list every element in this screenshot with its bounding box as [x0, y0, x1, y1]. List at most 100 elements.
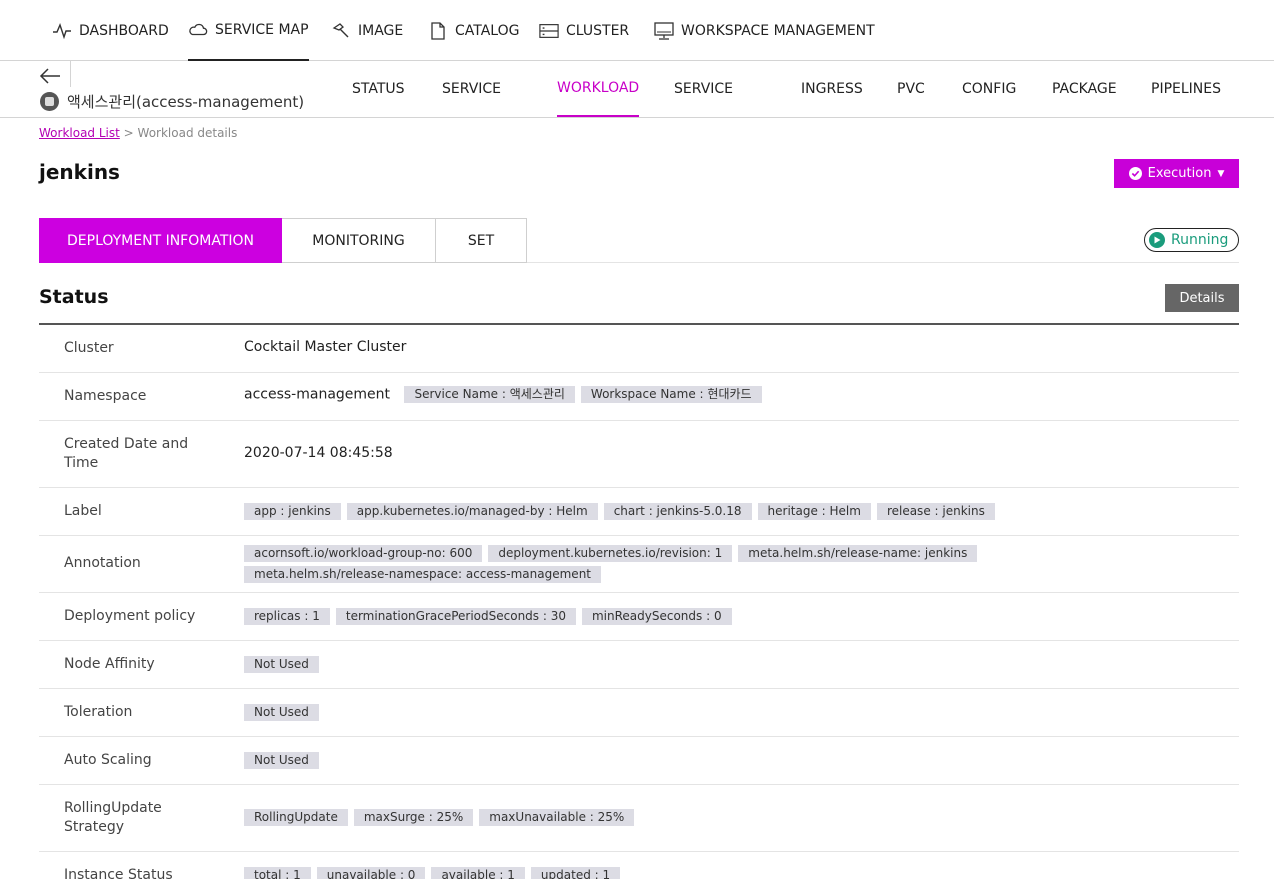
tag: available : 1: [431, 867, 525, 879]
row-instance-status: Instance Status total : 1 unavailable : …: [39, 852, 1239, 879]
tag: deployment.kubernetes.io/revision: 1: [488, 545, 733, 562]
tab-pipelines[interactable]: PIPELINES: [1151, 61, 1221, 117]
tab-pvc[interactable]: PVC: [897, 61, 925, 117]
tag: minReadySeconds : 0: [581, 608, 732, 625]
cluster-value: Cocktail Master Cluster: [244, 339, 407, 355]
nav-dashboard[interactable]: DASHBOARD: [52, 0, 169, 61]
row-deployment-policy: Deployment policy replicas : 1 terminati…: [39, 593, 1239, 641]
nav-dashboard-label: DASHBOARD: [79, 22, 169, 39]
row-label: Created Date and Time: [64, 436, 189, 471]
tag: release : jenkins: [876, 503, 995, 520]
pulse-icon: [53, 22, 71, 39]
tab-set[interactable]: SET: [436, 218, 527, 263]
row-node-affinity: Node Affinity Not Used: [39, 641, 1239, 689]
section-title: Status: [39, 286, 109, 308]
tag: meta.helm.sh/release-namespace: access-m…: [244, 566, 602, 583]
breadcrumb-current: > Workload details: [123, 126, 238, 140]
auto-scaling-tags: Not Used: [244, 752, 1004, 769]
service-title: 액세스관리(access-management): [40, 91, 304, 112]
details-button[interactable]: Details: [1165, 284, 1239, 312]
created-value: 2020-07-14 08:45:58: [244, 445, 393, 461]
status-badge-label: Running: [1171, 232, 1229, 248]
hammer-icon: [332, 22, 349, 37]
nav-cluster-label: CLUSTER: [566, 22, 630, 39]
nav-catalog-label: CATALOG: [455, 22, 520, 39]
tag: maxSurge : 25%: [353, 809, 474, 826]
row-label: Deployment policy: [64, 608, 196, 624]
monitor-icon: [654, 21, 674, 40]
row-label: Namespace: [64, 388, 147, 404]
nav-image[interactable]: IMAGE: [331, 0, 403, 61]
tab-config[interactable]: CONFIG: [962, 61, 1016, 117]
tag: Not Used: [244, 752, 319, 769]
row-auto-scaling: Auto Scaling Not Used: [39, 737, 1239, 785]
tag: updated : 1: [530, 867, 621, 879]
service-icon: [40, 92, 59, 111]
breadcrumb: Workload List > Workload details: [39, 126, 237, 140]
tab-service-2[interactable]: SERVICE: [674, 61, 733, 117]
back-button[interactable]: [38, 65, 62, 87]
tag: maxUnavailable : 25%: [479, 809, 635, 826]
nav-catalog[interactable]: CATALOG: [428, 0, 519, 61]
row-label: Cluster: [64, 340, 114, 356]
tab-service[interactable]: SERVICE: [442, 61, 501, 117]
row-label: Label: [64, 503, 102, 519]
tab-deployment-information[interactable]: DEPLOYMENT INFOMATION: [39, 218, 282, 263]
rolling-update-tags: RollingUpdate maxSurge : 25% maxUnavaila…: [244, 809, 1004, 826]
tag: Workspace Name : 현대카드: [580, 386, 762, 403]
tag: chart : jenkins-5.0.18: [603, 503, 752, 520]
tag: Not Used: [244, 704, 319, 721]
server-icon: [539, 23, 559, 38]
tabs-underline: [527, 262, 1239, 263]
service-name: 액세스관리(access-management): [67, 93, 305, 111]
service-sub-nav: 액세스관리(access-management) STATUS SERVICE …: [0, 61, 1274, 118]
status-badge: Running: [1144, 228, 1239, 252]
content-tabs: DEPLOYMENT INFOMATION MONITORING SET: [39, 218, 527, 263]
tag: unavailable : 0: [316, 867, 426, 879]
annotation-tags: acornsoft.io/workload-group-no: 600 depl…: [244, 545, 1004, 583]
namespace-value-wrap: access-management Service Name : 액세스관리 W…: [244, 386, 762, 403]
top-nav: DASHBOARD SERVICE MAP IMAGE CATALOG CLUS…: [0, 0, 1274, 61]
execution-button[interactable]: Execution ▼: [1114, 159, 1239, 188]
namespace-value: access-management: [244, 386, 391, 403]
instance-status-tags: total : 1 unavailable : 0 available : 1 …: [244, 867, 1004, 879]
play-icon: [1149, 232, 1165, 248]
tag: replicas : 1: [244, 608, 330, 625]
document-icon: [431, 21, 445, 40]
nav-cluster[interactable]: CLUSTER: [539, 0, 629, 61]
tab-status[interactable]: STATUS: [352, 61, 405, 117]
cloud-icon: [189, 23, 208, 35]
nav-workspace-management-label: WORKSPACE MANAGEMENT: [681, 22, 875, 39]
row-namespace: Namespace access-management Service Name…: [39, 373, 1239, 421]
tag: Not Used: [244, 656, 319, 673]
tab-package[interactable]: PACKAGE: [1052, 61, 1117, 117]
row-label: Toleration: [64, 704, 133, 720]
row-label-tags: Label app : jenkins app.kubernetes.io/ma…: [39, 488, 1239, 536]
node-affinity-tags: Not Used: [244, 656, 1004, 673]
tab-monitoring[interactable]: MONITORING: [282, 218, 436, 263]
execution-label: Execution: [1147, 166, 1212, 181]
tab-ingress[interactable]: INGRESS: [801, 61, 863, 117]
tag: RollingUpdate: [244, 809, 348, 826]
page-title: jenkins: [39, 160, 120, 184]
tag: Service Name : 액세스관리: [404, 386, 575, 403]
row-rolling-update: RollingUpdate Strategy RollingUpdate max…: [39, 785, 1239, 852]
nav-workspace-management[interactable]: WORKSPACE MANAGEMENT: [654, 0, 875, 61]
deployment-policy-tags: replicas : 1 terminationGracePeriodSecon…: [244, 608, 1004, 625]
nav-image-label: IMAGE: [358, 22, 404, 39]
arrow-left-icon: [39, 68, 60, 84]
caret-down-icon: ▼: [1217, 168, 1225, 179]
toleration-tags: Not Used: [244, 704, 1004, 721]
row-cluster: Cluster Cocktail Master Cluster: [39, 325, 1239, 373]
breadcrumb-workload-list-link[interactable]: Workload List: [39, 126, 120, 140]
label-tags: app : jenkins app.kubernetes.io/managed-…: [244, 503, 1004, 520]
nav-service-map-label: SERVICE MAP: [215, 21, 309, 38]
tag: terminationGracePeriodSeconds : 30: [335, 608, 576, 625]
row-created: Created Date and Time 2020-07-14 08:45:5…: [39, 421, 1239, 488]
tab-workload[interactable]: WORKLOAD: [557, 61, 640, 117]
nav-service-map[interactable]: SERVICE MAP: [188, 0, 309, 61]
row-label: Instance Status: [64, 867, 173, 879]
tag: acornsoft.io/workload-group-no: 600: [244, 545, 483, 562]
check-circle-icon: [1128, 167, 1142, 180]
tag: heritage : Helm: [757, 503, 871, 520]
